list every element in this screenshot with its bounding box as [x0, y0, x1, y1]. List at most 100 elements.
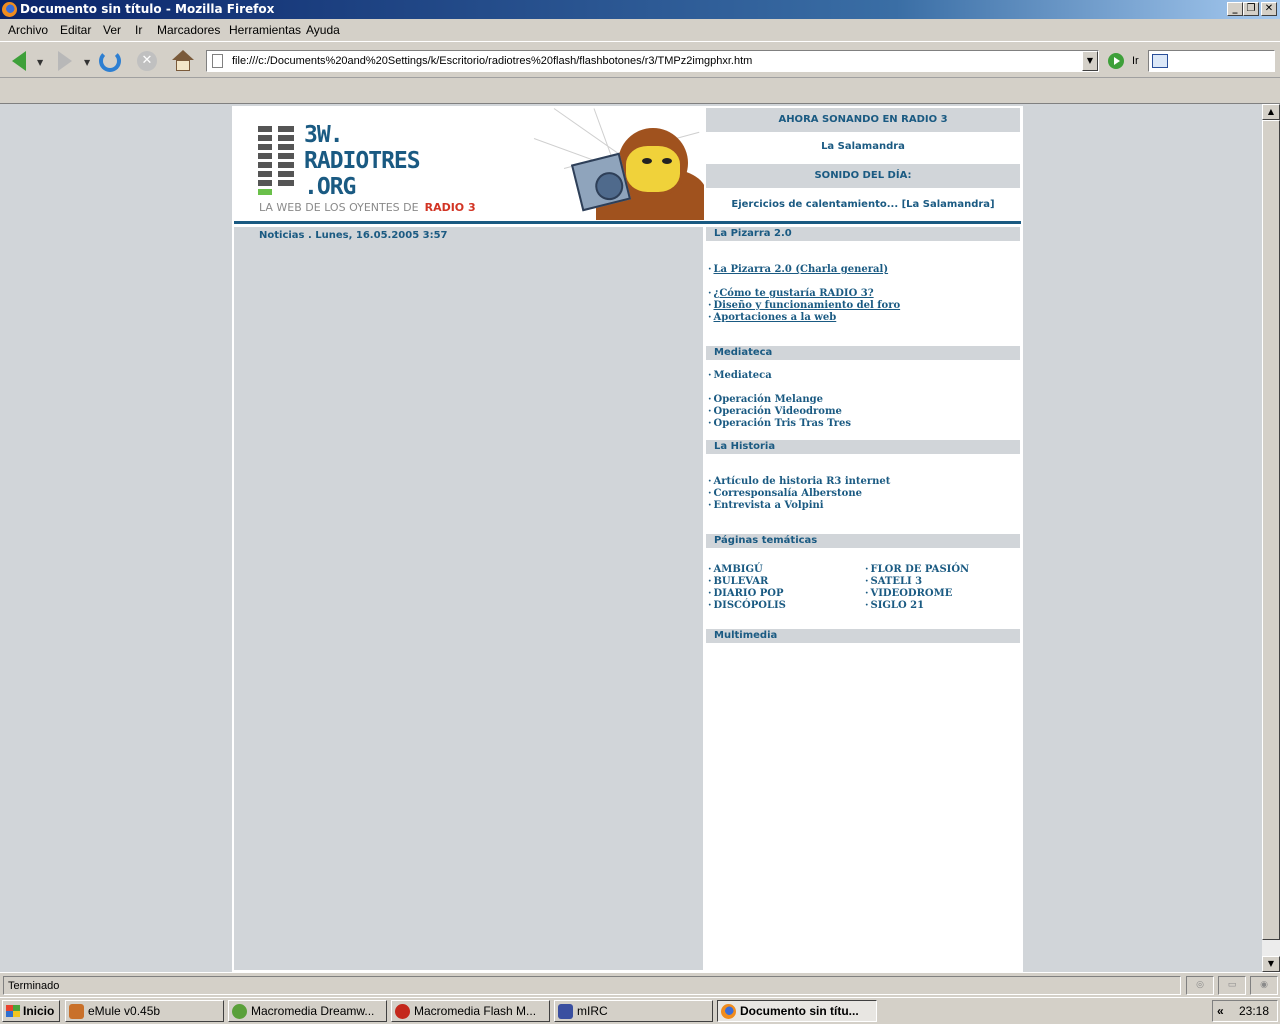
section-pizarra-header: La Pizarra 2.0	[706, 227, 1020, 241]
menu-ir[interactable]: Ir	[135, 23, 142, 37]
status-keyboard-icon[interactable]: ▭	[1218, 976, 1246, 995]
section-multimedia-header: Multimedia	[706, 629, 1020, 643]
firefox-icon	[2, 2, 17, 17]
monkey-radio-illustration	[556, 128, 704, 220]
task-mirc[interactable]: mIRC	[554, 1000, 713, 1022]
link-videodrome[interactable]: · VIDEODROME	[865, 588, 952, 599]
reload-button[interactable]	[97, 48, 123, 74]
menu-archivo[interactable]: Archivo	[8, 23, 48, 37]
close-button[interactable]: ✕	[1261, 2, 1277, 16]
news-date: Noticias . Lunes, 16.05.2005 3:57	[259, 230, 448, 241]
link-aportaciones[interactable]: · Aportaciones a la web	[708, 312, 836, 323]
back-arrow-icon	[12, 51, 26, 71]
radiotres-page: 3W. RADIOTRES .ORG LA WEB DE LOS OYENTES…	[232, 106, 1023, 972]
forward-arrow-icon	[58, 51, 72, 71]
menu-ver[interactable]: Ver	[103, 23, 121, 37]
task-firefox[interactable]: Documento sin títu...	[717, 1000, 877, 1022]
reload-icon	[99, 50, 121, 72]
link-operacion-videodrome[interactable]: · Operación Videodrome	[708, 406, 842, 417]
link-bulevar[interactable]: · BULEVAR	[708, 576, 768, 587]
link-sateli-3[interactable]: · SATELI 3	[865, 576, 922, 587]
address-bar[interactable]: file:///c:/Documents%20and%20Settings/k/…	[206, 50, 1099, 72]
tray-expand-icon[interactable]: «	[1217, 1001, 1224, 1021]
home-button[interactable]	[170, 48, 196, 74]
address-input[interactable]: file:///c:/Documents%20and%20Settings/k/…	[232, 55, 752, 67]
tagline-radio3: RADIO 3	[424, 201, 476, 214]
link-operacion-tris[interactable]: · Operación Tris Tras Tres	[708, 418, 851, 429]
search-engine-icon[interactable]	[1152, 54, 1168, 68]
restore-button[interactable]: ❐	[1243, 2, 1259, 16]
menu-bar: Archivo Editar Ver Ir Marcadores Herrami…	[0, 19, 1280, 55]
status-bar: Terminado ◎ ▭ ◉	[0, 972, 1280, 997]
status-text: Terminado	[3, 976, 1181, 995]
home-icon	[172, 50, 194, 72]
equalizer-logo-icon	[258, 126, 294, 198]
task-emule[interactable]: eMule v0.45b	[65, 1000, 224, 1022]
link-operacion-melange[interactable]: · Operación Melange	[708, 394, 823, 405]
now-playing-value: La Salamandra	[821, 141, 905, 152]
menu-marcadores[interactable]: Marcadores	[157, 23, 220, 37]
forward-button[interactable]	[52, 48, 78, 74]
sound-of-day-value: Ejercicios de calentamiento... [La Salam…	[731, 199, 995, 210]
task-dreamweaver[interactable]: Macromedia Dreamw...	[228, 1000, 387, 1022]
mirc-icon	[558, 1004, 573, 1019]
link-entrevista-volpini[interactable]: · Entrevista a Volpini	[708, 500, 824, 511]
link-siglo-21[interactable]: · SIGLO 21	[865, 600, 924, 611]
section-historia-header: La Historia	[706, 440, 1020, 454]
clock: 23:18	[1239, 1004, 1270, 1018]
scroll-thumb[interactable]	[1262, 120, 1280, 940]
back-button[interactable]	[6, 48, 32, 74]
tagline-text: LA WEB DE LOS OYENTES DE	[259, 201, 419, 214]
scroll-down-icon[interactable]: ▼	[1262, 956, 1280, 972]
vertical-scrollbar[interactable]: ▲ ▼	[1262, 104, 1280, 972]
link-flor-de-pasion[interactable]: · FLOR DE PASIÓN	[865, 564, 969, 575]
task-flash[interactable]: Macromedia Flash M...	[391, 1000, 550, 1022]
link-discopolis[interactable]: · DISCÓPOLIS	[708, 600, 786, 611]
go-button[interactable]: Ir	[1132, 55, 1139, 67]
link-corresponsalia[interactable]: · Corresponsalía Alberstone	[708, 488, 862, 499]
section-tematicas-header: Páginas temáticas	[706, 534, 1020, 548]
search-input[interactable]	[1148, 50, 1275, 72]
firefox-task-icon	[721, 1004, 736, 1019]
news-column	[234, 227, 703, 970]
forward-dropdown-icon[interactable]: ▼	[84, 58, 90, 67]
link-como-te-gustaria[interactable]: · ¿Cómo te gustaría RADIO 3?	[708, 288, 874, 299]
logo-line-2: RADIOTRES	[304, 148, 421, 174]
status-update-icon[interactable]: ◉	[1250, 976, 1278, 995]
content-area: 3W. RADIOTRES .ORG LA WEB DE LOS OYENTES…	[0, 104, 1262, 972]
site-banner: 3W. RADIOTRES .ORG LA WEB DE LOS OYENTES…	[234, 108, 704, 220]
stop-button[interactable]: ✕	[134, 48, 160, 74]
link-articulo-historia[interactable]: · Artículo de historia R3 internet	[708, 476, 890, 487]
emule-icon	[69, 1004, 84, 1019]
link-mediateca[interactable]: · Mediateca	[708, 370, 772, 381]
dreamweaver-icon	[232, 1004, 247, 1019]
status-sync-icon[interactable]: ◎	[1186, 976, 1214, 995]
system-tray: « 23:18	[1212, 1000, 1278, 1022]
start-label: Inicio	[23, 1004, 55, 1018]
scroll-up-icon[interactable]: ▲	[1262, 104, 1280, 120]
menu-editar[interactable]: Editar	[60, 23, 91, 37]
link-pizarra-general[interactable]: · La Pizarra 2.0 (Charla general)	[708, 264, 888, 275]
minimize-button[interactable]: _	[1227, 2, 1243, 16]
title-bar: Documento sin título - Mozilla Firefox _…	[0, 0, 1280, 19]
page-icon	[212, 54, 223, 68]
link-diario-pop[interactable]: · DIARIO POP	[708, 588, 784, 599]
taskbar: Inicio eMule v0.45b Macromedia Dreamw...…	[0, 997, 1280, 1024]
flash-icon	[395, 1004, 410, 1019]
address-dropdown-icon[interactable]: ▼	[1082, 51, 1098, 71]
divider	[234, 221, 1021, 224]
window-title: Documento sin título - Mozilla Firefox	[20, 2, 275, 16]
link-diseno-foro[interactable]: · Diseño y funcionamiento del foro	[708, 300, 900, 311]
now-playing-heading: AHORA SONANDO EN RADIO 3	[706, 108, 1020, 132]
menu-herramientas[interactable]: Herramientas	[229, 23, 301, 37]
start-button[interactable]: Inicio	[2, 1000, 60, 1022]
stop-icon: ✕	[137, 51, 157, 71]
back-dropdown-icon[interactable]: ▼	[37, 58, 43, 67]
link-ambigu[interactable]: · AMBIGÚ	[708, 564, 763, 575]
menu-ayuda[interactable]: Ayuda	[306, 23, 340, 37]
bookmarks-toolbar	[0, 78, 1280, 104]
logo-line-3: .ORG	[304, 174, 356, 200]
site-logo[interactable]: 3W. RADIOTRES .ORG	[304, 122, 421, 200]
go-icon[interactable]	[1108, 53, 1124, 69]
site-tagline: LA WEB DE LOS OYENTES DE RADIO 3	[259, 201, 476, 214]
